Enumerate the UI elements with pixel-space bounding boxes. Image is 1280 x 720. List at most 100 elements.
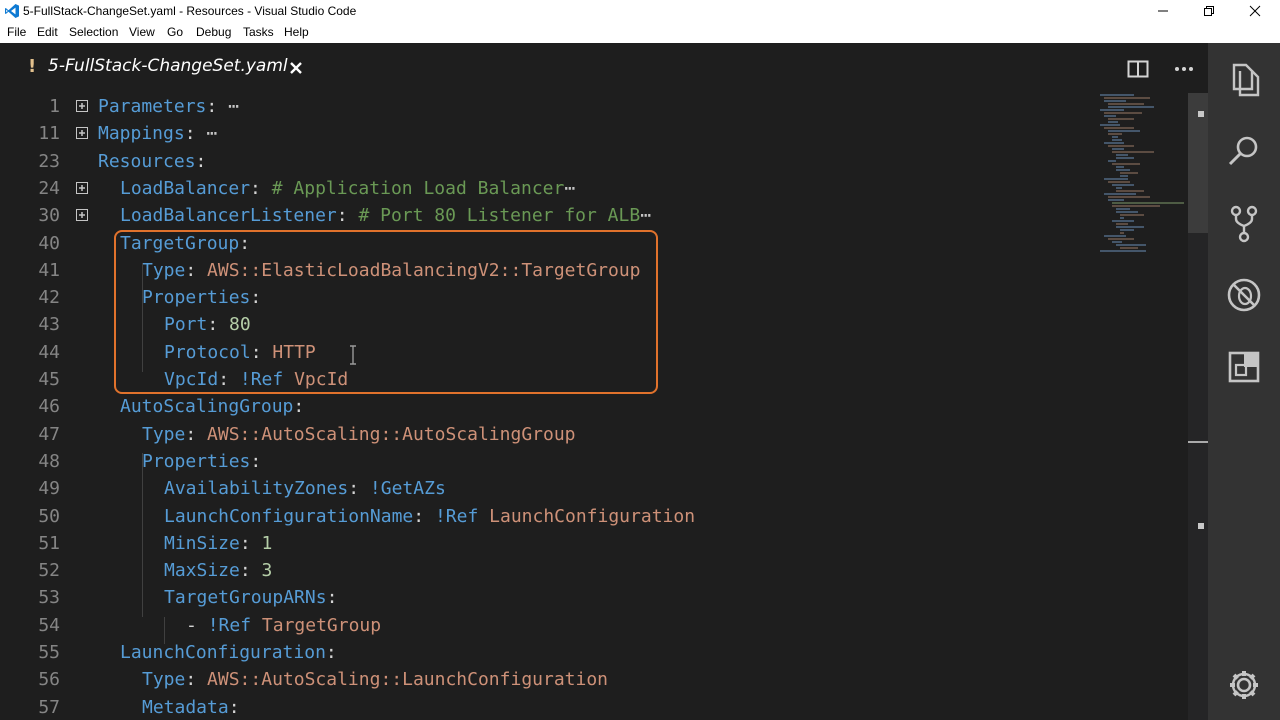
line-number: 47 (38, 423, 60, 445)
maximize-button[interactable] (1186, 0, 1232, 22)
code-line[interactable]: 57 Metadata: (0, 694, 1100, 720)
code-token: - (186, 614, 208, 636)
fold-expand-icon[interactable] (76, 100, 88, 112)
code-line[interactable]: 52 MaxSize: 3 (0, 557, 1100, 584)
window-title: 5-FullStack-ChangeSet.yaml - Resources -… (23, 4, 357, 18)
code-text: Metadata: (142, 694, 240, 720)
minimap[interactable] (1094, 93, 1192, 263)
code-token: LaunchConfiguration (489, 505, 696, 527)
code-text: AutoScalingGroup: (120, 393, 304, 420)
tab-5-fullstack-changeset[interactable]: ! 5-FullStack-ChangeSet.yaml (0, 43, 320, 93)
fold-expand-icon[interactable] (76, 181, 88, 194)
menu-bar: File Edit Selection View Go Debug Tasks … (0, 22, 1280, 43)
fold-expand-icon[interactable] (76, 127, 88, 140)
code-token: : (250, 177, 261, 199)
code-token: : (195, 150, 207, 172)
code-token: !Ref (207, 614, 252, 636)
line-number: 30 (38, 205, 60, 227)
menu-help[interactable]: Help (284, 25, 309, 40)
extensions-icon[interactable] (1222, 345, 1266, 389)
line-number: 54 (38, 614, 60, 636)
menu-tasks[interactable]: Tasks (243, 25, 274, 40)
code-token: : (239, 560, 251, 582)
source-control-icon[interactable] (1222, 201, 1266, 245)
code-line[interactable]: 55 LaunchConfiguration: (0, 639, 1100, 666)
code-text: AvailabilityZones: !GetAZs (164, 475, 446, 502)
tab-filename: 5-FullStack-ChangeSet.yaml (48, 56, 288, 76)
code-line[interactable]: 51 MinSize: 1 (0, 530, 1100, 557)
gear-icon[interactable] (1222, 663, 1266, 707)
code-text: LaunchConfiguration: (120, 639, 337, 666)
menu-selection[interactable]: Selection (69, 25, 118, 40)
code-token: AvailabilityZones (164, 478, 349, 500)
code-text: Mappings: ⋯ (98, 120, 217, 147)
debug-icon[interactable] (1222, 273, 1266, 317)
code-text: Parameters: ⋯ (98, 93, 239, 120)
code-token: : (348, 478, 360, 500)
menu-view[interactable]: View (129, 25, 155, 40)
code-line[interactable]: 56 Type: AWS::AutoScaling::LaunchConfigur… (0, 666, 1100, 693)
code-line[interactable]: 11 Mappings: ⋯ (0, 120, 1100, 147)
line-number: 41 (38, 259, 60, 281)
menu-edit[interactable]: Edit (37, 25, 58, 40)
code-line[interactable]: 48 Properties: (0, 448, 1100, 475)
search-icon[interactable] (1222, 129, 1266, 173)
explorer-icon[interactable] (1222, 57, 1266, 101)
line-number: 23 (38, 150, 60, 172)
code-line[interactable]: 50 LaunchConfigurationName: !Ref LaunchCo… (0, 503, 1100, 530)
code-token: ⋯ (640, 205, 652, 227)
line-number: 44 (38, 341, 60, 363)
line-number: 24 (38, 177, 60, 199)
code-token: : (185, 423, 197, 445)
code-token: : (413, 505, 425, 527)
line-number: 40 (38, 232, 60, 254)
menu-debug[interactable]: Debug (196, 25, 231, 40)
code-token: Resources (98, 150, 196, 172)
menu-go[interactable]: Go (167, 25, 183, 40)
code-text: Resources: (98, 148, 206, 175)
code-token: : (326, 587, 338, 609)
code-line[interactable]: 24 LoadBalancer: # Application Load Balan… (0, 175, 1100, 202)
split-editor-icon[interactable] (1127, 59, 1149, 79)
code-token: Properties (142, 450, 251, 472)
code-line[interactable]: 1 Parameters: ⋯ (0, 93, 1100, 120)
close-window-button[interactable] (1232, 0, 1278, 22)
line-number: 42 (38, 287, 60, 309)
code-line[interactable]: 49 AvailabilityZones: !GetAZs (0, 475, 1100, 502)
scrollbar-marker (1198, 111, 1204, 117)
restore-icon (1204, 6, 1214, 16)
code-line[interactable]: 23 Resources: (0, 148, 1100, 175)
code-line[interactable]: 47 Type: AWS::AutoScaling::AutoScalingGro… (0, 421, 1100, 448)
code-text: Type: AWS::AutoScaling::LaunchConfigurat… (142, 666, 608, 693)
code-token: # Port 80 Listener for ALB (358, 205, 641, 227)
fold-expand-icon[interactable] (76, 209, 88, 222)
activity-bar (1208, 43, 1280, 720)
minimize-button[interactable] (1140, 0, 1186, 22)
vertical-scrollbar[interactable] (1188, 93, 1208, 720)
code-token: !Ref (434, 505, 479, 527)
code-line[interactable]: 30 LoadBalancerListener: # Port 80 Listen… (0, 202, 1100, 229)
scrollbar-marker (1198, 523, 1204, 529)
more-actions-icon[interactable] (1173, 59, 1195, 79)
code-token: Metadata (142, 696, 229, 718)
code-line[interactable]: 54 - !Ref TargetGroup (0, 612, 1100, 639)
code-line[interactable]: 53 TargetGroupARNs: (0, 584, 1100, 611)
text-cursor-icon (350, 345, 356, 365)
vscode-icon (5, 4, 19, 18)
target-group-highlight-box (114, 230, 658, 394)
line-number: 43 (38, 314, 60, 336)
code-editor[interactable]: 1 Parameters: ⋯ 11 Mappings: ⋯ 23 Resources: 2… (0, 93, 1208, 720)
code-token: ⋯ (564, 177, 576, 199)
code-token: : (293, 396, 305, 418)
close-tab-icon[interactable] (287, 59, 305, 77)
code-line[interactable]: 46 AutoScalingGroup: (0, 393, 1100, 420)
menu-file[interactable]: File (7, 25, 26, 40)
code-token: : (184, 123, 196, 145)
